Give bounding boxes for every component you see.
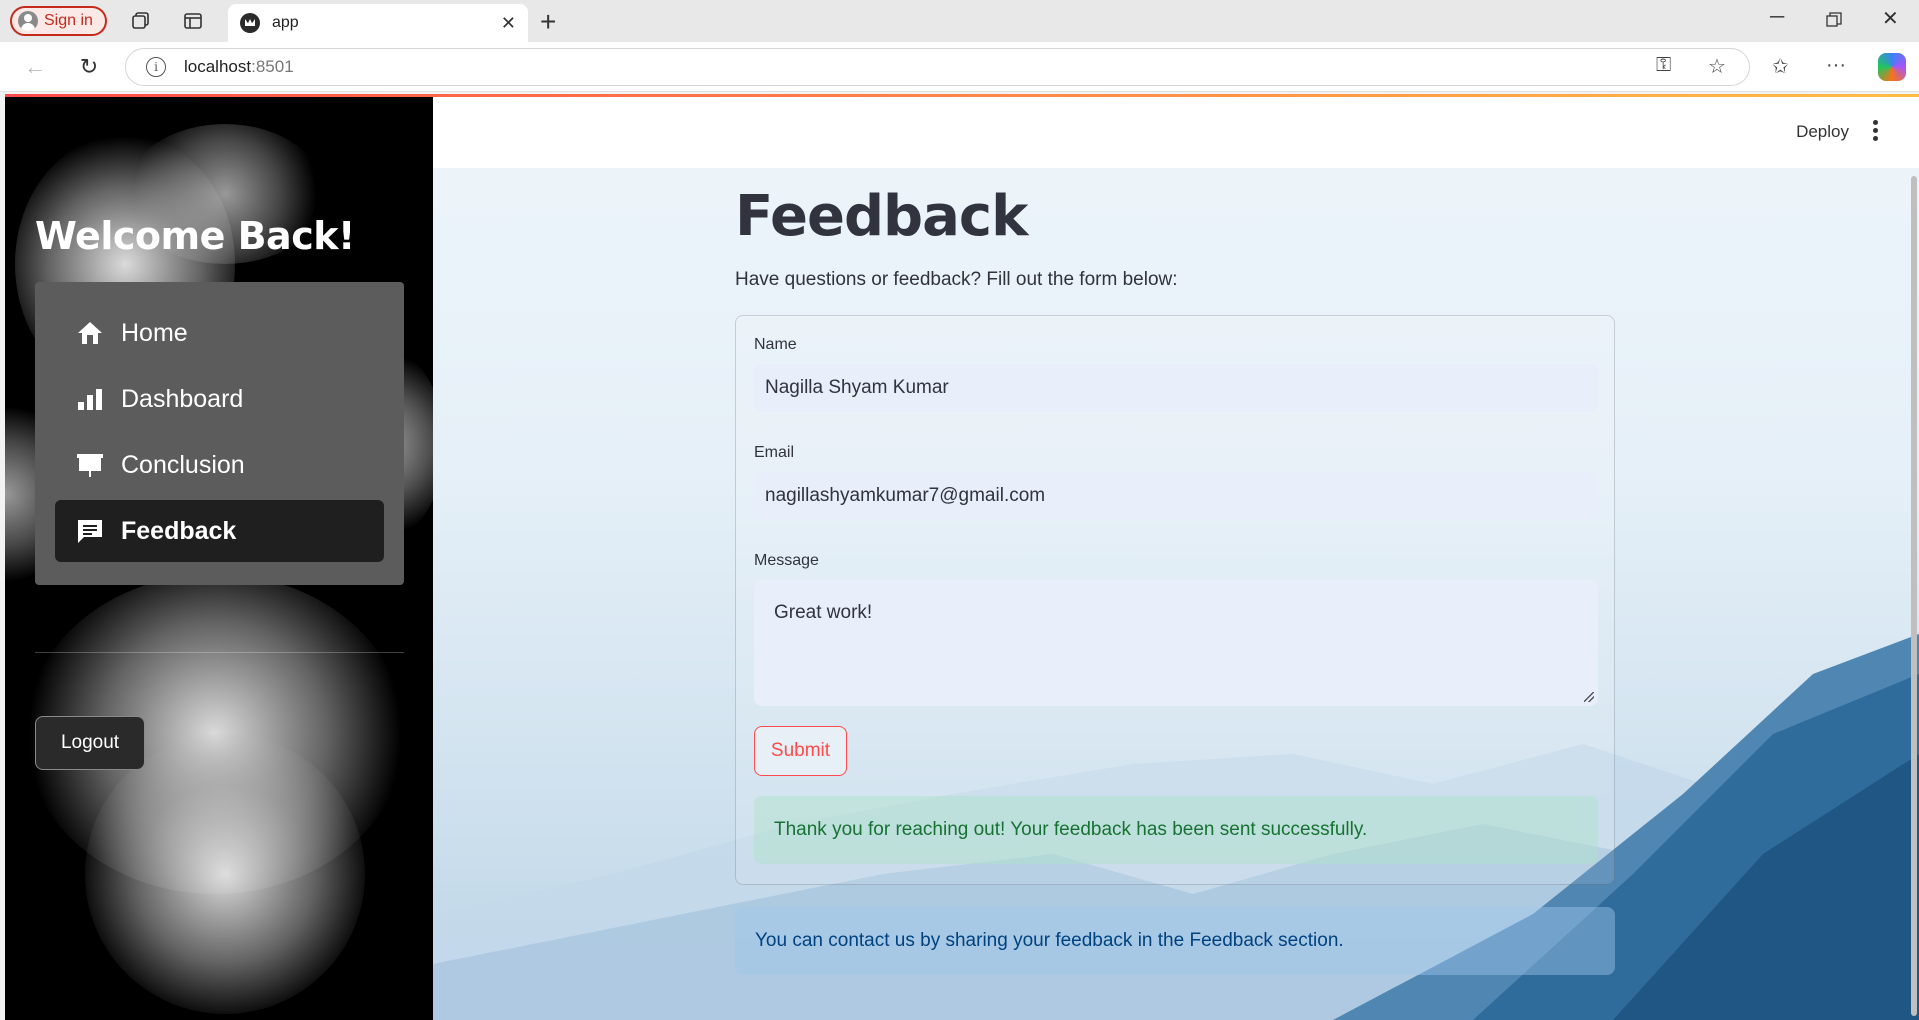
message-textarea[interactable]: Great work! — [754, 580, 1598, 706]
success-message: Thank you for reaching out! Your feedbac… — [774, 819, 1368, 840]
deploy-button[interactable]: Deploy — [1796, 122, 1849, 142]
sidebar: Welcome Back! Home Dashboard Conclusion — [5, 94, 433, 1020]
new-tab-icon[interactable]: + — [540, 6, 556, 38]
sidebar-nav-menu: Home Dashboard Conclusion Feedback — [35, 282, 404, 585]
name-label: Name — [754, 336, 797, 353]
close-tab-icon[interactable]: ✕ — [501, 13, 516, 34]
sidebar-item-conclusion[interactable]: Conclusion — [55, 434, 384, 496]
sidebar-item-label: Dashboard — [121, 384, 244, 413]
favorites-icon[interactable]: ✩ — [1772, 54, 1789, 79]
url-host: localhost — [184, 57, 252, 76]
streamlit-favicon-icon — [240, 13, 260, 33]
home-icon — [75, 318, 105, 348]
sign-in-button[interactable]: Sign in — [10, 6, 107, 36]
app-decoration-bar — [5, 94, 1919, 97]
copilot-icon[interactable] — [1878, 53, 1906, 81]
chat-icon — [75, 516, 105, 546]
url-port: :8501 — [251, 57, 294, 76]
info-alert: You can contact us by sharing your feedb… — [735, 907, 1615, 975]
app-viewport: Welcome Back! Home Dashboard Conclusion — [5, 94, 1919, 1020]
success-alert: Thank you for reaching out! Your feedbac… — [754, 796, 1598, 864]
browser-tab-bar: Sign in app ✕ + ─ ✕ — [0, 0, 1919, 42]
site-info-icon[interactable]: i — [146, 57, 166, 77]
sidebar-item-label: Conclusion — [121, 450, 245, 479]
info-message: You can contact us by sharing your feedb… — [755, 930, 1344, 951]
main-menu-icon[interactable] — [1869, 118, 1881, 142]
bar-chart-icon — [75, 384, 105, 414]
favorite-star-icon[interactable]: ☆ — [1708, 54, 1726, 79]
sidebar-divider — [35, 652, 404, 653]
sidebar-item-label: Home — [121, 318, 188, 347]
name-field[interactable]: Nagilla Shyam Kumar — [754, 364, 1598, 412]
smoke-background — [85, 734, 365, 1014]
logout-button[interactable]: Logout — [35, 716, 145, 770]
workspaces-icon[interactable] — [128, 8, 154, 34]
message-label: Message — [754, 552, 819, 569]
tab-title: app — [272, 14, 299, 31]
feedback-page: Feedback Have questions or feedback? Fil… — [735, 170, 1615, 975]
app-header: Deploy — [433, 94, 1919, 168]
profile-icon — [18, 11, 38, 31]
submit-button[interactable]: Submit — [754, 726, 847, 776]
back-icon[interactable]: ← — [20, 52, 50, 82]
tab-actions-icon[interactable] — [180, 8, 206, 34]
sidebar-item-home[interactable]: Home — [55, 302, 384, 364]
more-menu-icon[interactable]: ··· — [1826, 54, 1846, 77]
page-title: Feedback — [735, 184, 1028, 249]
minimize-icon[interactable]: ─ — [1770, 6, 1784, 29]
email-label: Email — [754, 444, 795, 461]
email-field[interactable]: nagillashyamkumar7@gmail.com — [754, 472, 1598, 520]
feedback-form: Name Nagilla Shyam Kumar Email nagillash… — [735, 315, 1615, 885]
resize-handle-icon[interactable] — [1584, 692, 1594, 702]
close-window-icon[interactable]: ✕ — [1882, 6, 1899, 31]
scrollbar[interactable] — [1911, 176, 1917, 1016]
page-subtitle: Have questions or feedback? Fill out the… — [735, 269, 1178, 290]
message-text: Great work! — [774, 602, 873, 623]
sign-in-label: Sign in — [44, 12, 93, 29]
reload-icon[interactable]: ↻ — [74, 52, 104, 82]
sidebar-item-dashboard[interactable]: Dashboard — [55, 368, 384, 430]
url-field[interactable]: i localhost :8501 — [125, 48, 1750, 86]
main-content-area: Deploy Feedback Have questions or feedba… — [433, 94, 1919, 1020]
browser-tab-app[interactable]: app ✕ — [228, 4, 528, 42]
browser-address-bar: ← ↻ i localhost :8501 ⚿ ☆ ✩ ··· — [0, 42, 1919, 92]
sidebar-item-label: Feedback — [121, 516, 237, 545]
sidebar-item-feedback[interactable]: Feedback — [55, 500, 384, 562]
presentation-icon — [75, 450, 105, 480]
password-key-icon[interactable]: ⚿ — [1656, 54, 1671, 77]
restore-icon[interactable] — [1826, 6, 1842, 34]
sidebar-welcome-heading: Welcome Back! — [35, 214, 355, 258]
